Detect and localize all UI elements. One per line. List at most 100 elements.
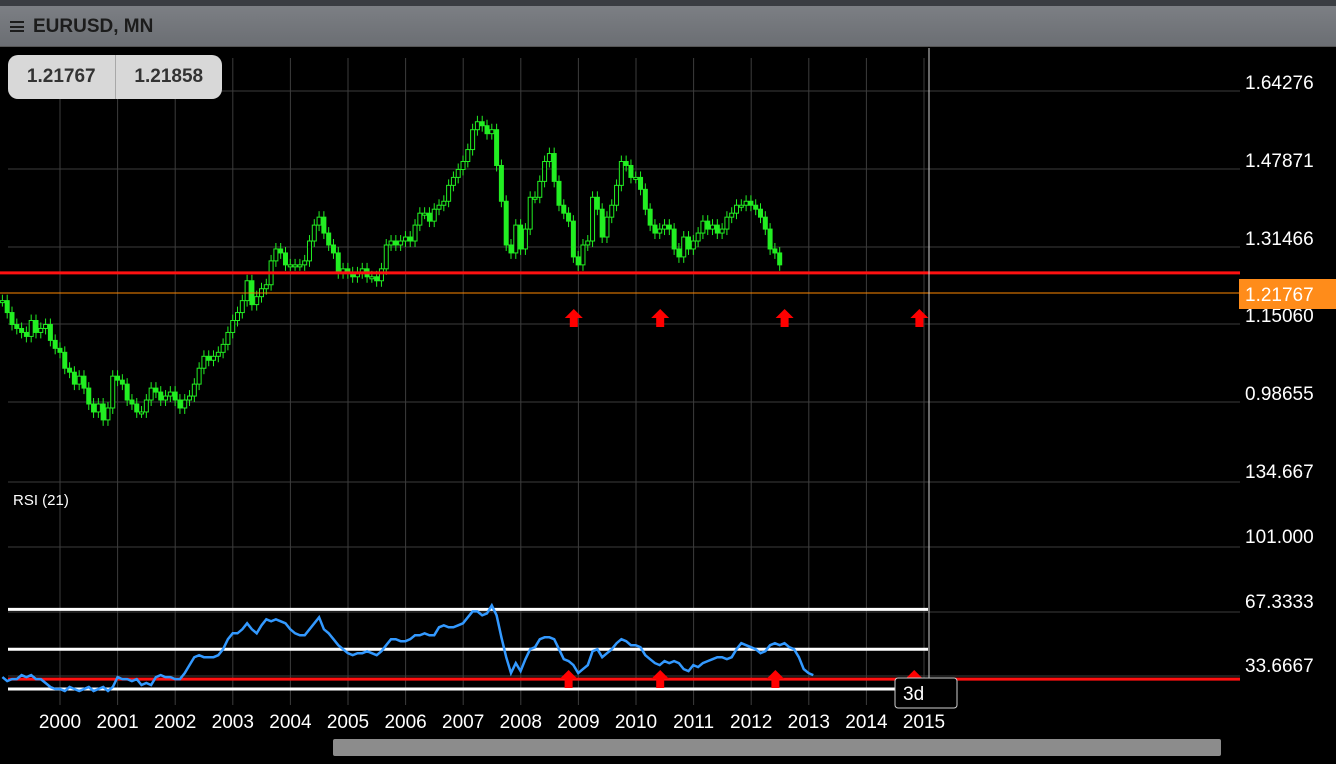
candle bbox=[710, 224, 716, 230]
rsi-title: RSI (21) bbox=[13, 492, 69, 509]
candle bbox=[14, 323, 20, 329]
candle bbox=[33, 320, 39, 333]
x-tick-label: 2002 bbox=[154, 712, 196, 733]
candle bbox=[474, 121, 480, 131]
candle bbox=[388, 240, 394, 246]
candle bbox=[297, 264, 303, 268]
candle bbox=[81, 375, 87, 389]
rsi-y-tick-label: 33.6667 bbox=[1245, 656, 1314, 677]
ask-price[interactable]: 1.21858 bbox=[114, 55, 223, 99]
candle bbox=[110, 375, 116, 409]
candle bbox=[254, 296, 260, 306]
candle bbox=[753, 204, 759, 210]
candle bbox=[518, 224, 524, 250]
candle bbox=[76, 375, 82, 385]
candle bbox=[676, 248, 682, 258]
candle bbox=[167, 391, 173, 397]
candle bbox=[767, 228, 773, 250]
candle bbox=[412, 224, 418, 242]
candle bbox=[614, 184, 620, 206]
candle bbox=[426, 212, 432, 222]
candle bbox=[777, 252, 783, 266]
candle bbox=[647, 208, 653, 226]
candle bbox=[719, 228, 725, 234]
candle bbox=[460, 161, 466, 170]
candle bbox=[201, 355, 207, 369]
candle bbox=[62, 351, 68, 369]
candle bbox=[700, 220, 706, 234]
candle bbox=[748, 200, 754, 206]
candle bbox=[508, 244, 514, 254]
candle bbox=[287, 264, 293, 268]
candle bbox=[119, 379, 125, 385]
candle bbox=[95, 403, 101, 413]
horizontal-scrollbar[interactable] bbox=[333, 739, 1221, 756]
x-tick-label: 2003 bbox=[212, 712, 254, 733]
candle bbox=[9, 312, 15, 325]
candle bbox=[772, 248, 778, 254]
candle bbox=[172, 391, 178, 401]
candle bbox=[321, 216, 327, 234]
candle bbox=[556, 180, 562, 206]
candle bbox=[695, 232, 701, 242]
candle bbox=[599, 208, 605, 238]
candle bbox=[263, 284, 269, 290]
candle bbox=[527, 196, 533, 230]
candle bbox=[158, 391, 164, 401]
candle bbox=[762, 216, 768, 230]
candle bbox=[470, 129, 476, 151]
rsi-up-arrow bbox=[766, 670, 785, 688]
candle bbox=[220, 343, 226, 353]
candle bbox=[105, 407, 111, 421]
rsi-y-tick-label: 134.667 bbox=[1245, 462, 1314, 483]
candle bbox=[302, 260, 308, 266]
candle bbox=[570, 220, 576, 258]
candle bbox=[187, 395, 193, 401]
y-tick-label: 1.64276 bbox=[1245, 73, 1314, 94]
candle bbox=[124, 383, 130, 401]
candle bbox=[757, 208, 763, 218]
candle bbox=[330, 244, 336, 254]
candle bbox=[115, 375, 121, 381]
chart-area[interactable]: 2000 2001 2002 2003 2004 2005 2006 2007 2008 2009… bbox=[0, 0, 1336, 764]
candle bbox=[686, 236, 692, 250]
candle bbox=[369, 276, 375, 280]
rsi-up-arrow bbox=[559, 670, 578, 688]
candle bbox=[326, 232, 332, 246]
candle bbox=[235, 312, 241, 322]
candle bbox=[705, 220, 711, 230]
candle bbox=[398, 240, 404, 246]
candle bbox=[575, 256, 581, 266]
candle bbox=[465, 149, 471, 163]
candle bbox=[623, 161, 629, 166]
candle bbox=[153, 387, 159, 393]
candle bbox=[446, 184, 452, 202]
candle bbox=[489, 129, 495, 135]
candle bbox=[633, 176, 639, 180]
candle bbox=[498, 164, 504, 202]
y-tick-label: 1.15060 bbox=[1245, 306, 1314, 327]
candle bbox=[134, 403, 140, 413]
candle bbox=[666, 224, 672, 230]
x-tick-label: 2004 bbox=[269, 712, 312, 733]
x-tick-label: 2000 bbox=[39, 712, 81, 733]
candle bbox=[244, 280, 250, 302]
candle bbox=[177, 399, 183, 409]
candle bbox=[374, 276, 380, 282]
bid-price[interactable]: 1.21767 bbox=[8, 55, 115, 99]
candle bbox=[215, 351, 221, 357]
y-tick-label: 1.31466 bbox=[1245, 229, 1314, 250]
candle bbox=[230, 320, 236, 333]
candle bbox=[618, 161, 624, 186]
candle bbox=[436, 204, 442, 210]
quote-box: 1.21767 1.21858 bbox=[8, 55, 222, 99]
candle bbox=[594, 196, 600, 210]
candle bbox=[383, 244, 389, 270]
candle bbox=[47, 323, 53, 341]
candle bbox=[590, 196, 596, 242]
candle bbox=[316, 216, 322, 226]
y-tick-label: 1.47871 bbox=[1245, 151, 1314, 172]
candle bbox=[580, 244, 586, 266]
candle bbox=[52, 339, 58, 349]
x-tick-label: 2006 bbox=[384, 712, 426, 733]
